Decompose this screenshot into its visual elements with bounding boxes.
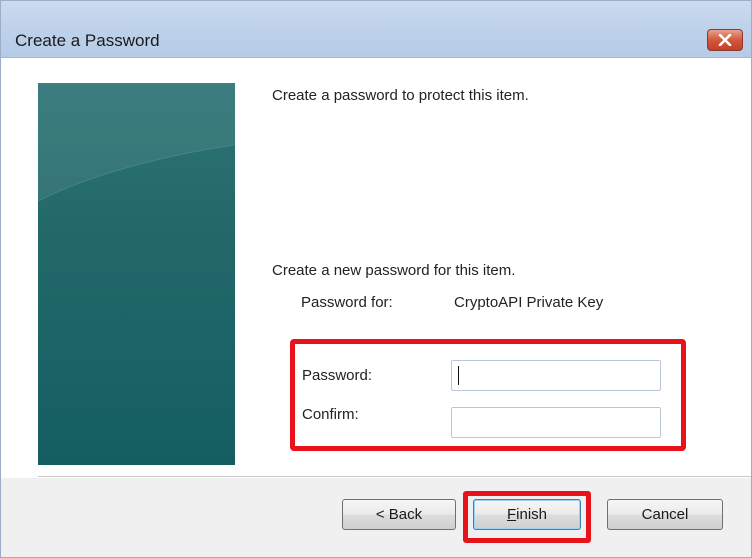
close-button[interactable]	[707, 29, 743, 51]
close-icon	[718, 34, 732, 46]
window-title: Create a Password	[15, 31, 160, 50]
button-bar: < Back Finish Cancel	[1, 478, 751, 557]
cancel-button-label: Cancel	[641, 506, 689, 523]
finish-button-highlight	[463, 491, 591, 543]
intro-text: Create a password to protect this item.	[272, 87, 529, 104]
back-button[interactable]: < Back	[342, 499, 456, 530]
cancel-button[interactable]: Cancel	[607, 499, 723, 530]
password-fields-highlight	[290, 339, 686, 451]
create-password-dialog: Create a Password Create a password to p…	[0, 0, 752, 558]
new-password-prompt: Create a new password for this item.	[272, 262, 516, 279]
wizard-side-banner	[38, 83, 235, 465]
back-button-label: < Back	[375, 506, 423, 523]
password-for-label: Password for:	[301, 294, 393, 311]
title-bar[interactable]: Create a Password	[1, 1, 751, 58]
password-for-value: CryptoAPI Private Key	[441, 288, 661, 317]
dialog-content: Create a password to protect this item. …	[1, 58, 751, 557]
